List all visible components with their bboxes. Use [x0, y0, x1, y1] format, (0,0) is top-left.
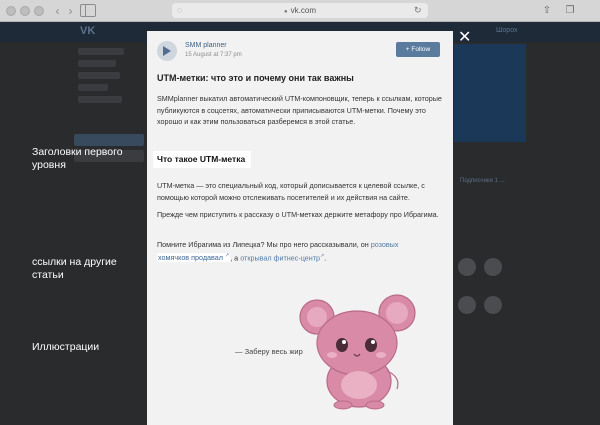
- menu-row: [78, 48, 124, 55]
- post-paragraph-links: Помните Ибрагима из Липецка? Мы про него…: [157, 239, 447, 263]
- minimize-window-button[interactable]: [20, 6, 30, 16]
- post-author[interactable]: SMM planner: [185, 42, 227, 49]
- external-link-icon: ↗: [224, 252, 230, 259]
- post-date[interactable]: 15 August at 7:37 pm: [185, 52, 242, 58]
- menu-row: [78, 96, 122, 103]
- post-paragraph: UTM-метка — это специальный код, который…: [157, 181, 425, 202]
- share-icon[interactable]: ⇧: [540, 4, 554, 18]
- annotation-links: ссылки на другие статьи: [32, 256, 117, 281]
- close-window-button[interactable]: [6, 6, 16, 16]
- zoom-window-button[interactable]: [34, 6, 44, 16]
- followers-label: Подписчики 1 ...: [460, 178, 505, 184]
- menu-row: [78, 60, 116, 67]
- tabs-icon[interactable]: ❐: [563, 4, 577, 18]
- link-hamsters[interactable]: розовых: [371, 240, 399, 249]
- menu-row: [78, 72, 120, 79]
- link-text[interactable]: хомячков продавал: [158, 253, 223, 262]
- address-bar[interactable]: ● vk.com: [172, 3, 428, 18]
- vk-header-user: Шорох: [496, 27, 518, 34]
- section-heading: Что такое UTM-метка: [157, 154, 246, 164]
- post-title: UTM-метки: что это и почему они так важн…: [157, 73, 354, 83]
- reload-icon[interactable]: ↻: [414, 3, 422, 18]
- menu-row: [78, 84, 108, 91]
- post-paragraph: Прежде чем приступить к рассказу о UTM-м…: [157, 210, 439, 219]
- lock-icon: ●: [284, 9, 288, 15]
- annotation-illustrations: Иллюстрации: [32, 341, 100, 353]
- paragraph-text: Помните Ибрагима из Липецка? Мы про него…: [157, 240, 371, 249]
- link-fitness[interactable]: открывал фитнес-центр: [240, 253, 320, 262]
- sidebar-icon[interactable]: [80, 4, 96, 17]
- link-hamsters-highlight[interactable]: хомячков продавал ↗: [157, 252, 231, 262]
- community-cover: [454, 44, 526, 142]
- paragraph-text: .: [324, 252, 327, 262]
- follower-avatar: [484, 296, 502, 314]
- follower-avatar: [458, 258, 476, 276]
- follow-button[interactable]: + Follow: [396, 42, 440, 57]
- post-modal: SMM planner 15 August at 7:37 pm + Follo…: [147, 31, 453, 425]
- image-caption: — Заберу весь жир: [235, 347, 303, 356]
- hamster-illustration: [299, 294, 416, 410]
- follower-avatar: [458, 296, 476, 314]
- browser-toolbar: ‹ › ● vk.com ◌ ↻ ⇧ ❐: [0, 0, 600, 22]
- post-intro: SMMplanner выкатил автоматический UTM-ко…: [157, 94, 442, 126]
- url-text: vk.com: [290, 6, 316, 15]
- reader-icon[interactable]: ◌: [177, 3, 182, 18]
- vk-logo: VK: [80, 25, 96, 37]
- author-avatar[interactable]: [157, 41, 177, 61]
- vk-right-column: Подписчики 1 ...: [454, 44, 526, 344]
- forward-icon[interactable]: ›: [63, 4, 78, 18]
- menu-block: [74, 134, 144, 146]
- follower-avatar: [484, 258, 502, 276]
- close-icon[interactable]: ✕: [458, 30, 471, 46]
- paragraph-text: , а: [230, 252, 241, 262]
- annotation-headings: Заголовки первого уровня: [32, 146, 123, 171]
